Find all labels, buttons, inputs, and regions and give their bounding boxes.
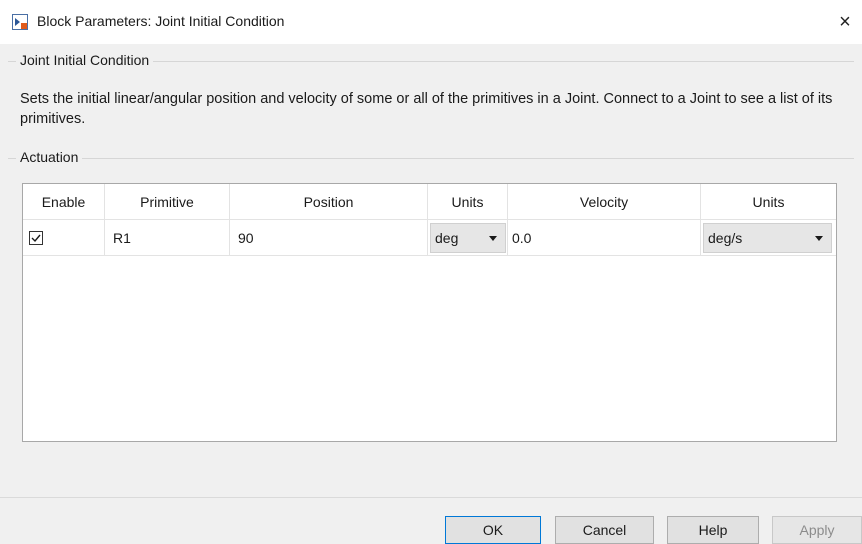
- velocity-units-cell: deg/s: [701, 220, 836, 256]
- velocity-units-dropdown[interactable]: deg/s: [703, 223, 832, 253]
- window-title: Block Parameters: Joint Initial Conditio…: [37, 13, 285, 29]
- header-enable: Enable: [23, 184, 105, 220]
- header-velocity-units: Units: [752, 194, 785, 210]
- velocity-units-value: deg/s: [708, 230, 743, 246]
- table-header: Enable Primitive Position Units Velocity…: [23, 184, 836, 220]
- header-position: Position: [230, 184, 428, 220]
- simulink-block-icon: [12, 14, 28, 30]
- actuation-table[interactable]: Enable Primitive Position Units Velocity…: [22, 183, 837, 442]
- position-units-cell: deg: [428, 220, 508, 256]
- position-units-value: deg: [435, 230, 459, 246]
- position-units-dropdown[interactable]: deg: [430, 223, 506, 253]
- help-button[interactable]: Help: [667, 516, 759, 544]
- header-velocity: Velocity: [508, 184, 701, 220]
- title-bar: Block Parameters: Joint Initial Conditio…: [0, 0, 862, 44]
- section-label-joint-initial-condition: Joint Initial Condition: [16, 52, 154, 68]
- section-label-actuation: Actuation: [16, 149, 83, 165]
- apply-button[interactable]: Apply: [772, 516, 862, 544]
- chevron-down-icon: [489, 236, 497, 241]
- enable-checkbox[interactable]: [29, 231, 43, 245]
- close-icon[interactable]: ×: [828, 0, 862, 44]
- table-row: R1 90 deg 0.0 deg/s: [23, 220, 836, 256]
- header-primitive: Primitive: [105, 184, 230, 220]
- header-position-units: Units: [428, 184, 508, 220]
- primitive-cell: R1: [105, 220, 230, 256]
- position-input[interactable]: 90: [230, 220, 428, 256]
- description-text: Sets the initial linear/angular position…: [20, 91, 833, 127]
- footer-divider: [0, 497, 862, 498]
- cancel-button[interactable]: Cancel: [555, 516, 654, 544]
- check-icon: [31, 234, 41, 243]
- enable-cell: [23, 220, 105, 256]
- ok-button[interactable]: OK: [445, 516, 541, 544]
- velocity-input[interactable]: 0.0: [508, 220, 701, 256]
- group-divider: [8, 158, 854, 159]
- chevron-down-icon: [815, 236, 823, 241]
